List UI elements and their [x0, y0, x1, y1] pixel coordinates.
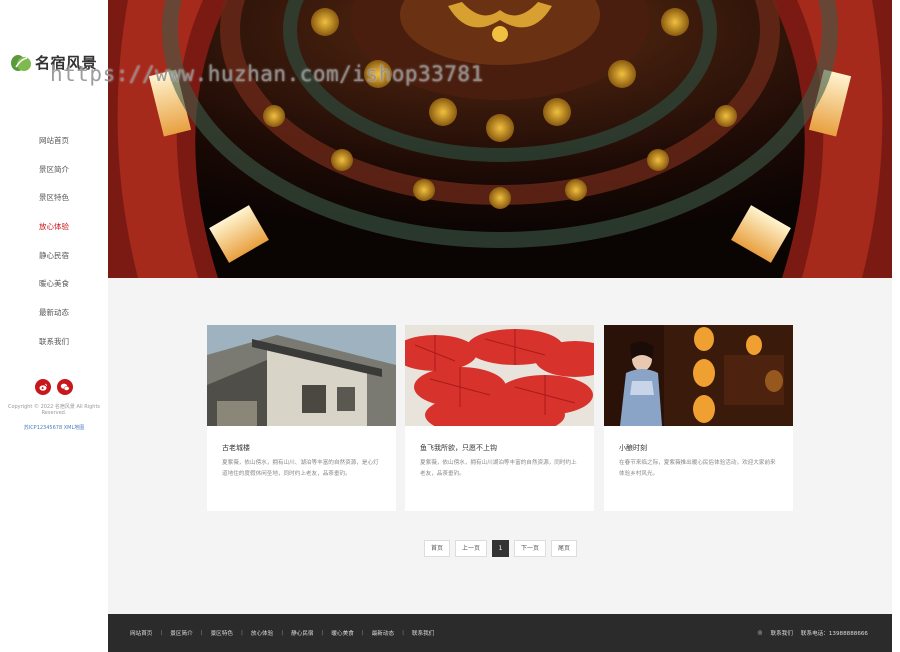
- wechat-icon[interactable]: [57, 379, 73, 395]
- right-gutter: [892, 0, 900, 652]
- nav-item-intro[interactable]: 景区简介: [0, 160, 108, 189]
- card-image-lanterns: [604, 325, 793, 426]
- card-umbrellas[interactable]: 鱼飞我所欲，只愿不上钩 夏紫薇，依山傍水，拥有山川湖泊等丰富的自然资源，同时约上…: [405, 325, 594, 511]
- card-image-old-tower: [207, 325, 396, 426]
- experience-cards: 古老城楼 夏紫薇，依山傍水，拥有山川、湖泊等丰富的自然资源，是心灯道地住的度假休…: [207, 325, 793, 511]
- page-first-button[interactable]: 首页: [424, 540, 451, 557]
- nav-item-features[interactable]: 景区特色: [0, 188, 108, 217]
- footer-link-home[interactable]: 网站首页: [130, 629, 152, 637]
- footer-link-experience[interactable]: 放心体验: [251, 629, 273, 637]
- card-lanterns[interactable]: 小酿时刻 在春节来临之际，夏紫薇推出暖心民俗体验活动，欢迎大家前来体验乡村风光。: [604, 325, 793, 511]
- social-links: [35, 379, 73, 395]
- nav-item-home[interactable]: 网站首页: [0, 131, 108, 160]
- logo-leaf-icon: [11, 54, 31, 71]
- sidebar: 名宿风景 网站首页 景区简介 景区特色 放心体验 静心民宿 暖心美食 最新动态 …: [0, 0, 108, 652]
- footer-nav: 网站首页 | 景区简介 | 景区特色 | 放心体验 | 静心民宿 | 暖心美食 | 最新动态…: [130, 629, 434, 637]
- page-next-button[interactable]: 下一页: [514, 540, 547, 557]
- card-title: 古老城楼: [222, 444, 250, 452]
- page-last-button[interactable]: 尾页: [551, 540, 578, 557]
- card-text: 在春节来临之际，夏紫薇推出暖心民俗体验活动，欢迎大家前来体验乡村风光。: [619, 460, 776, 477]
- footer-separator: |: [321, 630, 324, 636]
- weibo-icon[interactable]: [35, 379, 51, 395]
- footer-separator: |: [402, 630, 404, 636]
- site-footer: 网站首页 | 景区简介 | 景区特色 | 放心体验 | 静心民宿 | 暖心美食 | 最新动态…: [108, 614, 892, 652]
- nav-item-experience[interactable]: 放心体验: [0, 217, 108, 246]
- nav-item-food[interactable]: 暖心美食: [0, 274, 108, 303]
- card-text: 夏紫薇，依山傍水，拥有山川、湖泊等丰富的自然资源，是心灯道地住的度假休闲圣地，同…: [222, 460, 379, 477]
- pagination: 首页 上一页 1 下一页 尾页: [424, 540, 578, 557]
- sitemap-link[interactable]: XML地图: [64, 425, 85, 431]
- hero-ceiling-image: [108, 0, 892, 278]
- footer-separator: |: [200, 630, 203, 636]
- footer-separator: |: [361, 630, 364, 636]
- footer-contact: ◎ 联系我们 联系电话：13988888666: [758, 629, 868, 637]
- footer-link-features[interactable]: 景区特色: [211, 629, 233, 637]
- footer-contact-label[interactable]: 联系我们: [770, 629, 792, 637]
- footer-link-homestay[interactable]: 静心民宿: [291, 629, 313, 637]
- footer-separator: |: [281, 630, 284, 636]
- icp-links: 苏ICP12345678 XML地图: [0, 424, 108, 431]
- hero-banner: [108, 0, 892, 278]
- site-logo[interactable]: 名宿风景: [10, 52, 97, 73]
- page-current[interactable]: 1: [492, 540, 510, 557]
- logo-text: 名宿风景: [35, 54, 98, 72]
- footer-link-news[interactable]: 最新动态: [372, 629, 394, 637]
- card-text: 夏紫薇，依山傍水，拥有山川湖泊等丰富的自然资源，同时约上老友，品茶垂钓。: [420, 460, 577, 477]
- footer-link-contact[interactable]: 联系我们: [412, 629, 434, 637]
- footer-phone: 联系电话：13988888666: [800, 631, 868, 637]
- footer-separator: |: [160, 630, 163, 636]
- card-title: 鱼飞我所欲，只愿不上钩: [420, 444, 497, 452]
- card-title: 小酿时刻: [619, 444, 647, 452]
- page-prev-button[interactable]: 上一页: [455, 540, 488, 557]
- nav-item-homestay[interactable]: 静心民宿: [0, 246, 108, 275]
- main-nav: 网站首页 景区简介 景区特色 放心体验 静心民宿 暖心美食 最新动态 联系我们: [0, 131, 108, 361]
- nav-item-contact[interactable]: 联系我们: [0, 332, 108, 361]
- card-old-tower[interactable]: 古老城楼 夏紫薇，依山傍水，拥有山川、湖泊等丰富的自然资源，是心灯道地住的度假休…: [207, 325, 396, 511]
- card-image-umbrellas: [405, 325, 594, 426]
- copyright-text: Copyright © 2022 名宿风景 All Rights Reserve…: [7, 404, 101, 416]
- footer-separator: |: [240, 630, 243, 636]
- icp-link[interactable]: 苏ICP12345678: [24, 425, 62, 431]
- location-icon: ◎: [757, 630, 763, 636]
- footer-link-food[interactable]: 暖心美食: [331, 629, 353, 637]
- footer-link-intro[interactable]: 景区简介: [170, 629, 192, 637]
- nav-item-news[interactable]: 最新动态: [0, 303, 108, 332]
